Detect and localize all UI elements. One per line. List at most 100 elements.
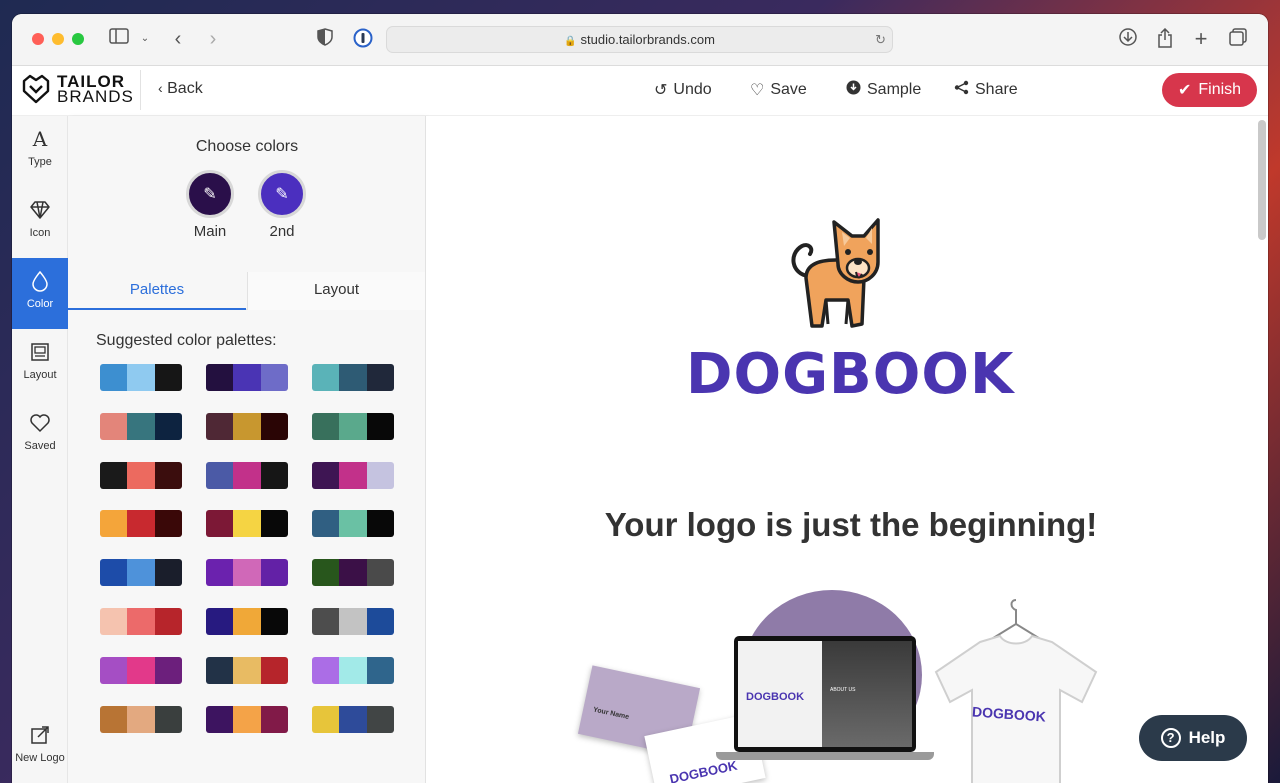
palette-option[interactable] — [206, 608, 288, 635]
rail-item-type[interactable]: A Type — [12, 116, 68, 187]
back-button[interactable]: ‹ Back — [158, 80, 203, 98]
second-color-button[interactable]: ✎ — [258, 170, 306, 218]
chevron-down-icon[interactable]: ⌄ — [134, 28, 156, 50]
panel-title: Choose colors — [195, 138, 299, 155]
chevron-left-icon: ‹ — [158, 80, 163, 96]
main-color-button[interactable]: ✎ — [186, 170, 234, 218]
share-button[interactable]: Share — [954, 80, 1018, 100]
palette-option[interactable] — [100, 510, 182, 538]
palette-color — [154, 608, 182, 635]
palette-option[interactable] — [312, 364, 394, 391]
tab-layout[interactable]: Layout — [247, 272, 425, 310]
reload-icon[interactable]: ↻ — [875, 27, 886, 52]
palette-option[interactable] — [100, 705, 182, 733]
canvas-scrollbar[interactable] — [1258, 120, 1266, 240]
new-tab-icon[interactable]: + — [1190, 28, 1212, 50]
palette-option[interactable] — [312, 608, 394, 635]
address-bar[interactable]: 🔒 studio.tailorbrands.com ↻ — [386, 26, 893, 53]
browser-window: ⌄ ‹ › 🔒 studio.tailorbrands.com ↻ + TAIL… — [12, 14, 1268, 783]
main-color-label: Main — [193, 223, 227, 240]
palette-option[interactable] — [100, 412, 182, 440]
palette-option[interactable] — [100, 656, 182, 684]
rail-item-layout[interactable]: Layout — [12, 329, 68, 400]
minimize-window-button[interactable] — [52, 33, 64, 45]
palette-color — [339, 705, 367, 733]
diamond-icon — [30, 201, 50, 219]
palette-option[interactable] — [312, 412, 394, 440]
laptop-screen: DOGBOOK ABOUT US — [734, 636, 916, 752]
back-nav-icon[interactable]: ‹ — [167, 28, 189, 50]
palette-color — [260, 412, 288, 440]
shield-icon[interactable] — [314, 28, 336, 50]
dog-mascot-icon — [791, 218, 880, 328]
lock-icon: 🔒 — [564, 36, 577, 47]
logo-canvas: DOGBOOK Your logo is just the beginning!… — [426, 116, 1268, 783]
new-logo-button[interactable]: New Logo — [12, 712, 68, 783]
palette-color — [100, 412, 128, 440]
palette-color — [233, 705, 261, 733]
undo-button[interactable]: ↺ Undo — [654, 80, 712, 100]
palette-option[interactable] — [206, 705, 288, 733]
palette-color — [154, 461, 182, 489]
finish-button[interactable]: ✔ Finish — [1162, 73, 1257, 107]
close-window-button[interactable] — [32, 33, 44, 45]
layout-icon — [31, 343, 49, 361]
browser-toolbar: ⌄ ‹ › 🔒 studio.tailorbrands.com ↻ + — [12, 14, 1268, 66]
sidebar-toggle-icon[interactable] — [108, 28, 130, 50]
palette-color — [100, 559, 128, 587]
palette-color — [260, 559, 288, 587]
tailor-brands-logo[interactable]: TAILOR BRANDS — [20, 73, 134, 105]
header-divider — [140, 70, 141, 110]
drop-icon — [32, 270, 48, 292]
palette-option[interactable] — [100, 364, 182, 391]
palette-option[interactable] — [312, 656, 394, 684]
palette-option[interactable] — [100, 559, 182, 587]
logo-wordmark[interactable]: DOGBOOK — [686, 342, 1013, 407]
zoom-window-button[interactable] — [72, 33, 84, 45]
tab-overview-icon[interactable] — [1227, 28, 1249, 50]
palette-option[interactable] — [312, 705, 394, 733]
palette-color — [260, 364, 288, 391]
palette-color — [100, 364, 128, 391]
tool-rail: A Type Icon Color Layout Saved New Logo — [12, 116, 68, 783]
rail-item-icon[interactable]: Icon — [12, 187, 68, 258]
palette-option[interactable] — [206, 364, 288, 391]
rail-item-color[interactable]: Color — [12, 258, 68, 329]
palette-color — [127, 461, 155, 489]
palette-option[interactable] — [312, 461, 394, 489]
palette-color — [366, 705, 394, 733]
save-button[interactable]: ♡ Save — [750, 80, 807, 100]
share-sheet-icon[interactable] — [1154, 27, 1176, 50]
tab-palettes[interactable]: Palettes — [68, 272, 246, 310]
palette-option[interactable] — [100, 608, 182, 635]
color-panel: Choose colors ✎ Main ✎ 2nd Palettes Layo… — [68, 116, 426, 783]
palette-option[interactable] — [206, 461, 288, 489]
palette-color — [233, 608, 261, 635]
palette-option[interactable] — [206, 656, 288, 684]
password-manager-icon[interactable] — [352, 28, 374, 50]
palette-option[interactable] — [100, 461, 182, 489]
palette-option[interactable] — [206, 412, 288, 440]
palette-option[interactable] — [206, 510, 288, 538]
forward-nav-icon[interactable]: › — [202, 28, 224, 50]
palette-color — [206, 364, 234, 391]
sample-button[interactable]: Sample — [846, 80, 921, 100]
palette-option[interactable] — [312, 559, 394, 587]
rail-label-layout: Layout — [23, 369, 57, 381]
rail-item-saved[interactable]: Saved — [12, 400, 68, 471]
tagline: Your logo is just the beginning! — [604, 506, 1098, 543]
heart-outline-icon: ♡ — [750, 82, 765, 99]
type-icon: A — [32, 127, 48, 151]
help-button[interactable]: ? Help — [1139, 715, 1247, 761]
palette-color — [233, 656, 261, 684]
palette-color — [339, 412, 367, 440]
download-icon[interactable] — [1117, 28, 1139, 50]
palette-color — [127, 656, 155, 684]
palette-color — [312, 559, 340, 587]
palette-option[interactable] — [312, 510, 394, 538]
palette-color — [100, 461, 128, 489]
palette-color — [260, 461, 288, 489]
palette-color — [260, 705, 288, 733]
palette-color — [312, 656, 340, 684]
palette-option[interactable] — [206, 559, 288, 587]
